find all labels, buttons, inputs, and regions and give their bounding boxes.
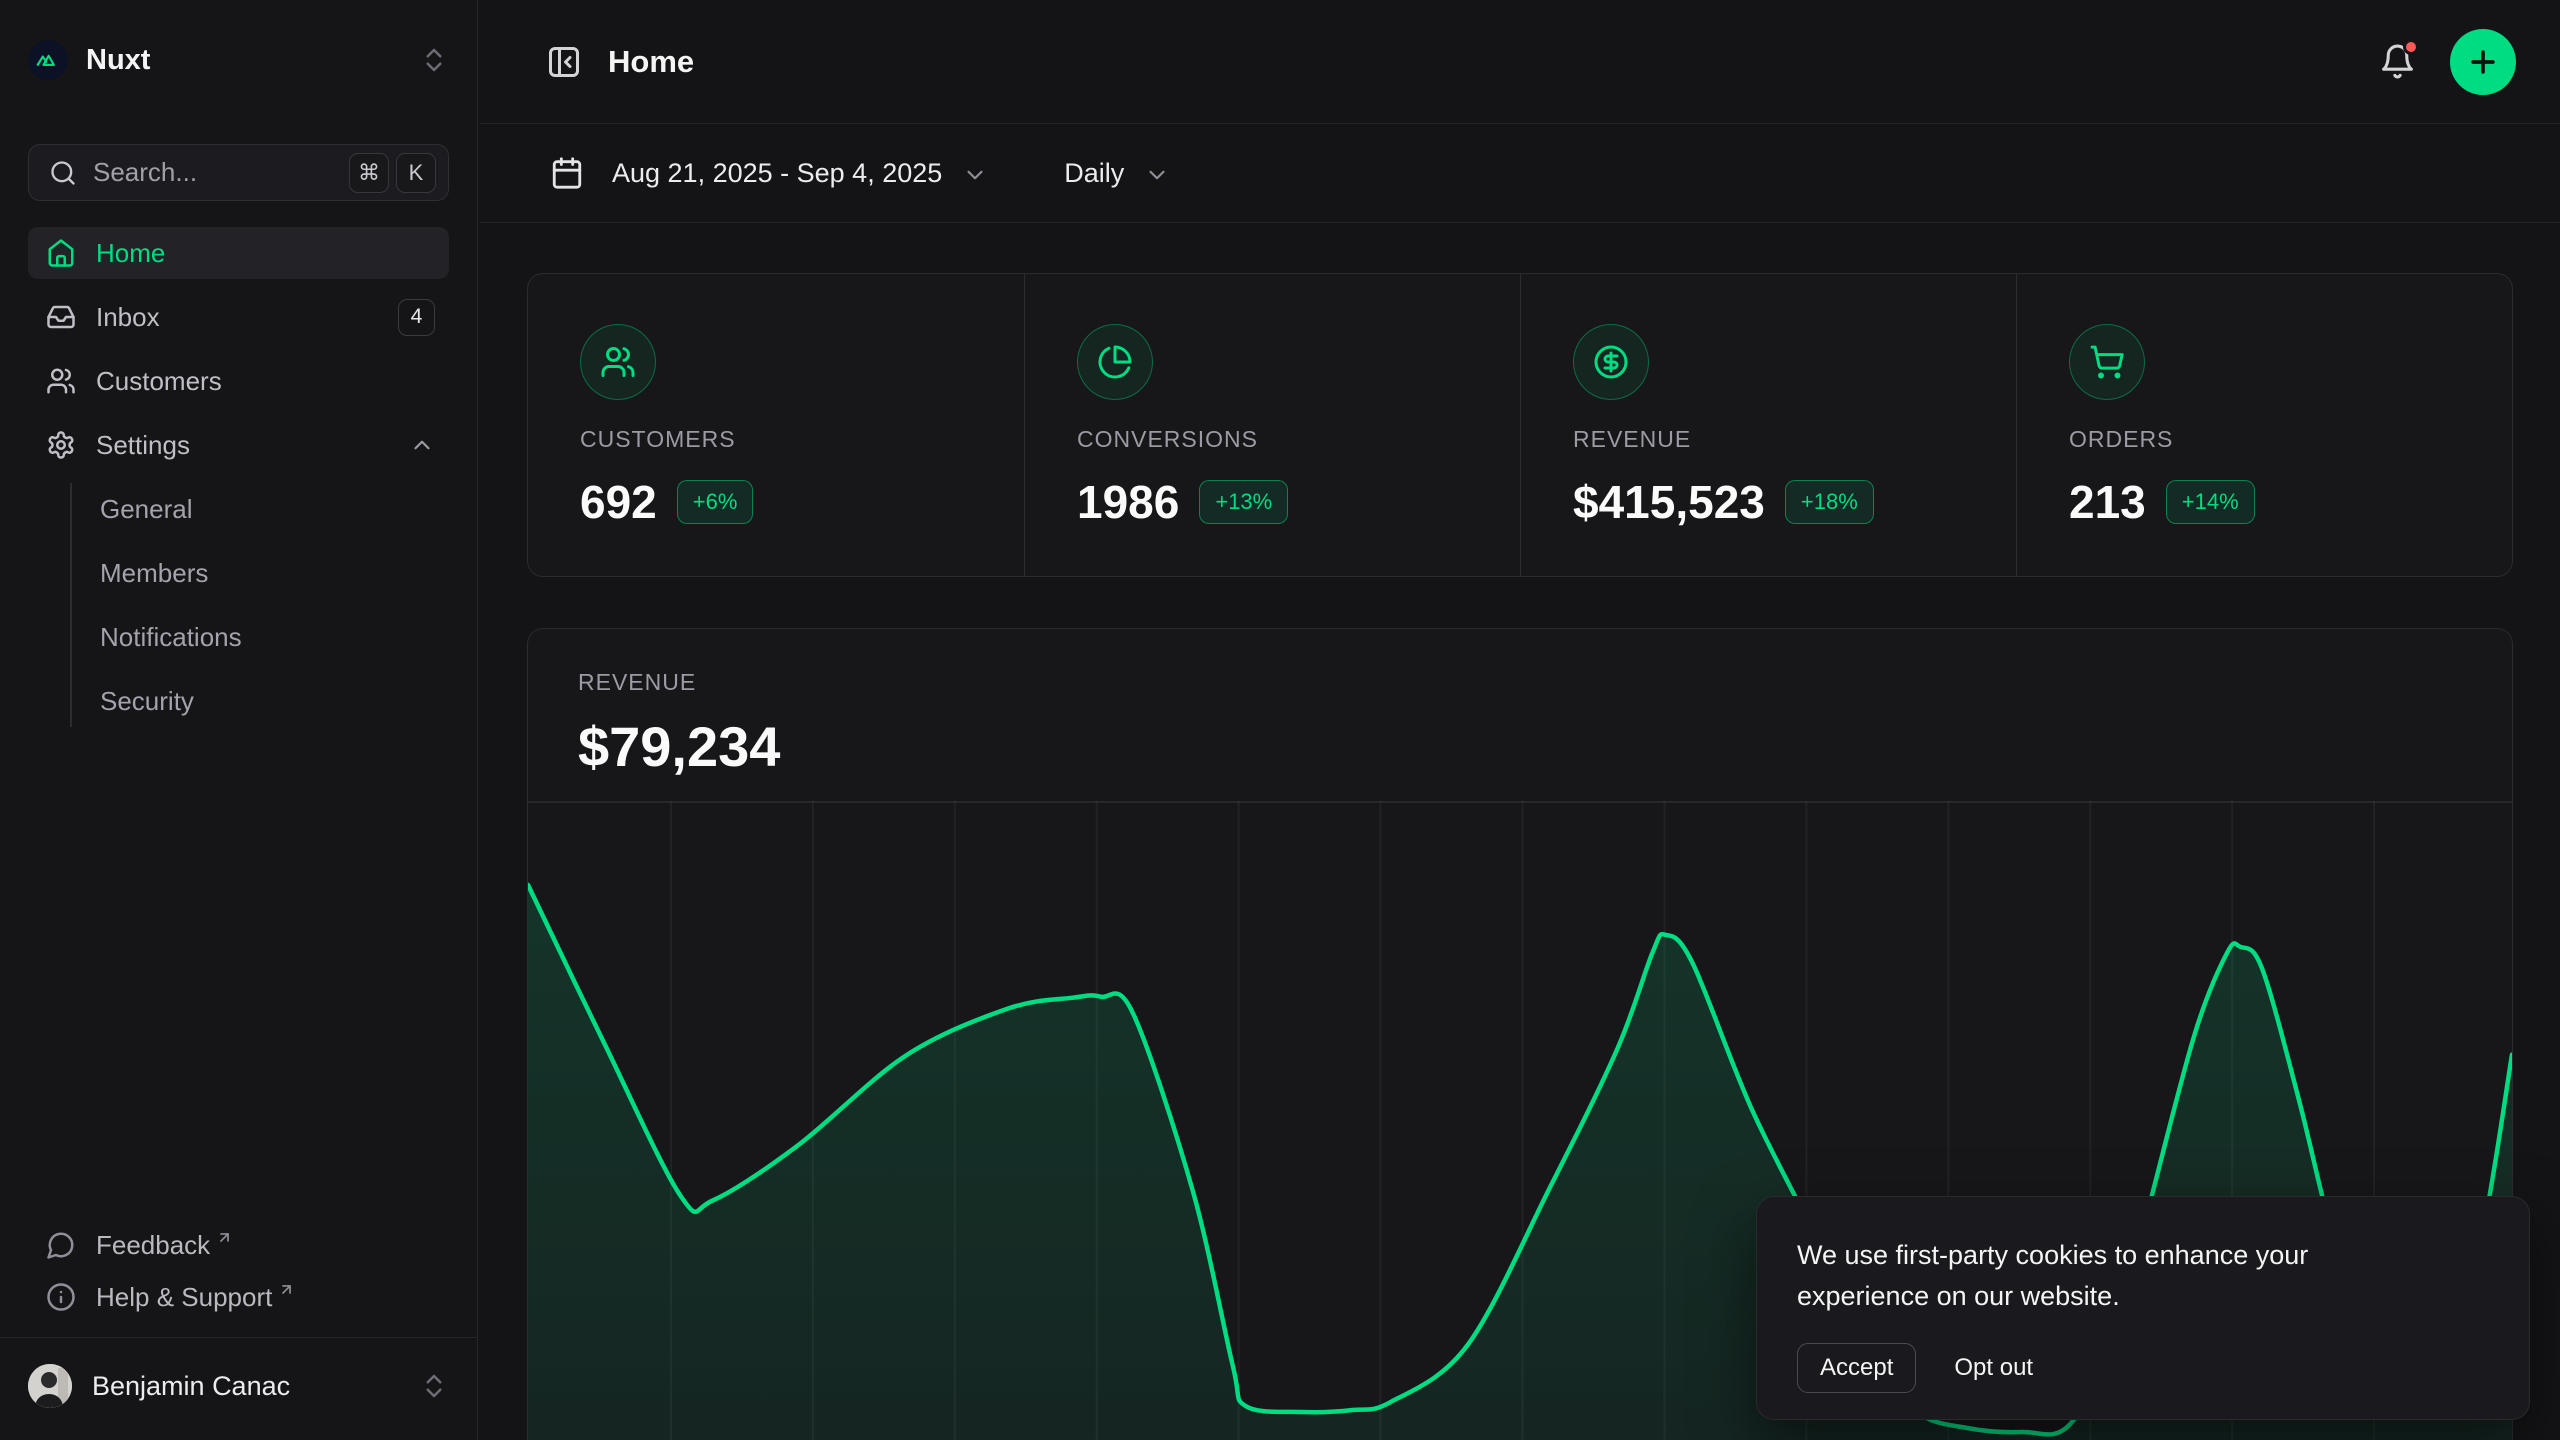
opt-out-button[interactable]: Opt out — [1954, 1354, 2033, 1382]
inbox-icon — [46, 302, 76, 332]
page-title: Home — [608, 44, 2379, 80]
stat-label: REVENUE — [1573, 426, 2016, 453]
chevron-down-icon — [1144, 162, 1170, 188]
notifications-button[interactable] — [2379, 43, 2416, 80]
user-name: Benjamin Canac — [92, 1371, 419, 1402]
user-menu[interactable]: Benjamin Canac — [28, 1356, 449, 1416]
revenue-label: REVENUE — [578, 669, 2512, 696]
avatar — [28, 1364, 72, 1408]
stat-delta-badge: +6% — [677, 480, 754, 524]
workspace-name: Nuxt — [86, 44, 419, 77]
stat-label: ORDERS — [2069, 426, 2512, 453]
kbd-k: K — [396, 153, 436, 193]
stat-delta-badge: +13% — [1199, 480, 1288, 524]
panel-left-close-icon — [546, 44, 582, 80]
inbox-count-badge: 4 — [398, 299, 435, 336]
home-icon — [46, 238, 76, 268]
sidebar-item-settings[interactable]: Settings — [28, 419, 449, 471]
sidebar-item-label: Inbox — [96, 302, 398, 333]
workspace-selector[interactable]: Nuxt — [28, 30, 449, 90]
search-icon — [49, 159, 77, 187]
page-header: Home — [479, 0, 2560, 124]
stat-label: CUSTOMERS — [580, 426, 1024, 453]
search-input[interactable]: Search... ⌘ K — [28, 144, 449, 201]
sidebar: Nuxt Search... ⌘ K Home Inbox 4 Customer… — [0, 0, 478, 1440]
sidebar-divider — [0, 1337, 477, 1338]
sidebar-item-label: Settings — [96, 430, 409, 461]
chevron-down-icon — [962, 162, 988, 188]
search-placeholder: Search... — [93, 157, 342, 188]
sidebar-item-inbox[interactable]: Inbox 4 — [28, 291, 449, 343]
chevrons-up-down-icon — [419, 45, 449, 75]
add-button[interactable] — [2450, 29, 2516, 95]
sidebar-nav: Home Inbox 4 Customers Settings General … — [28, 227, 449, 739]
stat-card-revenue[interactable]: REVENUE $415,523 +18% — [1520, 274, 2016, 576]
notification-dot — [2403, 39, 2419, 55]
subnav-label: Security — [100, 686, 194, 717]
arrow-up-right-icon — [216, 1229, 233, 1246]
sidebar-item-security[interactable]: Security — [100, 675, 449, 727]
sidebar-item-notifications[interactable]: Notifications — [100, 611, 449, 663]
footer-link-label: Feedback — [96, 1230, 210, 1261]
plus-icon — [2466, 45, 2500, 79]
date-range-label: Aug 21, 2025 - Sep 4, 2025 — [612, 158, 942, 189]
sidebar-item-general[interactable]: General — [100, 483, 449, 535]
message-circle-icon — [46, 1230, 76, 1260]
date-range-picker[interactable]: Aug 21, 2025 - Sep 4, 2025 — [550, 156, 988, 190]
shopping-cart-icon — [2069, 324, 2145, 400]
sidebar-item-home[interactable]: Home — [28, 227, 449, 279]
users-icon — [46, 366, 76, 396]
stat-delta-badge: +14% — [2166, 480, 2255, 524]
stat-card-conversions[interactable]: CONVERSIONS 1986 +13% — [1024, 274, 1520, 576]
subnav-label: General — [100, 494, 193, 525]
chevrons-up-down-icon — [419, 1371, 449, 1401]
stat-delta-badge: +18% — [1785, 480, 1874, 524]
footer-link-label: Help & Support — [96, 1282, 272, 1313]
sidebar-item-customers[interactable]: Customers — [28, 355, 449, 407]
cookie-banner: We use first-party cookies to enhance yo… — [1756, 1196, 2530, 1420]
feedback-link[interactable]: Feedback — [28, 1219, 449, 1271]
sidebar-collapse-button[interactable] — [546, 44, 582, 80]
stat-value: 1986 — [1077, 475, 1179, 529]
info-icon — [46, 1282, 76, 1312]
stat-value: 692 — [580, 475, 657, 529]
chevron-up-icon — [409, 432, 435, 458]
accept-button[interactable]: Accept — [1797, 1343, 1916, 1393]
sidebar-item-label: Home — [96, 238, 435, 269]
sidebar-spacer — [28, 739, 449, 1219]
stat-card-customers[interactable]: CUSTOMERS 692 +6% — [528, 274, 1024, 576]
frequency-value: Daily — [1064, 158, 1124, 189]
filters-toolbar: Aug 21, 2025 - Sep 4, 2025 Daily — [479, 124, 2560, 223]
users-icon — [580, 324, 656, 400]
cookie-message: We use first-party cookies to enhance yo… — [1797, 1235, 2417, 1317]
subnav-label: Members — [100, 558, 208, 589]
stat-card-orders[interactable]: ORDERS 213 +14% — [2016, 274, 2512, 576]
sidebar-item-label: Customers — [96, 366, 435, 397]
calendar-icon — [550, 156, 584, 190]
sidebar-item-members[interactable]: Members — [100, 547, 449, 599]
circle-dollar-icon — [1573, 324, 1649, 400]
help-support-link[interactable]: Help & Support — [28, 1271, 449, 1323]
stat-label: CONVERSIONS — [1077, 426, 1520, 453]
settings-subnav: General Members Notifications Security — [70, 483, 449, 727]
revenue-value: $79,234 — [578, 714, 2512, 779]
pie-chart-icon — [1077, 324, 1153, 400]
stat-value: $415,523 — [1573, 475, 1765, 529]
subnav-label: Notifications — [100, 622, 242, 653]
stats-cards: CUSTOMERS 692 +6% CONVERSIONS 1986 +13% — [527, 273, 2513, 577]
frequency-select[interactable]: Daily — [1064, 158, 1170, 189]
gear-icon — [46, 430, 76, 460]
nuxt-logo — [28, 40, 68, 80]
kbd-cmd: ⌘ — [349, 153, 389, 193]
arrow-up-right-icon — [278, 1281, 295, 1298]
stat-value: 213 — [2069, 475, 2146, 529]
mountains-icon — [35, 47, 61, 73]
